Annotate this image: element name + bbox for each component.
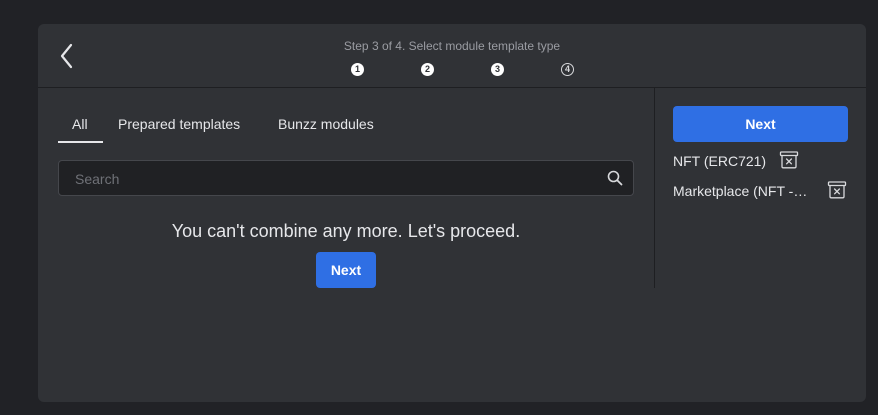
step-1-dot: 1 xyxy=(351,63,364,76)
search-box xyxy=(58,160,634,197)
active-tab-indicator xyxy=(58,141,103,143)
trash-icon xyxy=(779,151,799,169)
template-list-panel: All Prepared templates Bunzz modules You… xyxy=(38,88,654,288)
step-2-dot: 2 xyxy=(421,63,434,76)
remove-nft-erc721-button[interactable] xyxy=(779,151,799,169)
trash-icon xyxy=(827,181,847,199)
remove-marketplace-button[interactable] xyxy=(827,181,847,199)
search-icon[interactable] xyxy=(607,170,623,186)
step-3-dot: 3 xyxy=(491,63,504,76)
header: Step 3 of 4. Select module template type… xyxy=(38,24,866,88)
selected-module-item: Marketplace (NFT - ERC721) xyxy=(673,183,811,199)
tab-all[interactable]: All xyxy=(72,116,88,132)
selected-module-item: NFT (ERC721) xyxy=(673,153,767,169)
step-title: Step 3 of 4. Select module template type xyxy=(343,39,561,53)
next-button-main[interactable]: Next xyxy=(316,252,376,288)
step-4-dot: 4 xyxy=(561,63,574,76)
combine-limit-message: You can't combine any more. Let's procee… xyxy=(171,221,521,241)
panel-divider xyxy=(654,88,655,288)
search-input[interactable] xyxy=(73,161,597,197)
tab-bunzz-modules[interactable]: Bunzz modules xyxy=(278,116,374,132)
modal: Step 3 of 4. Select module template type… xyxy=(38,24,866,402)
step-indicator: 1 2 3 4 xyxy=(38,63,866,79)
next-button-sidebar[interactable]: Next xyxy=(673,106,848,142)
tab-prepared-templates[interactable]: Prepared templates xyxy=(118,116,240,132)
